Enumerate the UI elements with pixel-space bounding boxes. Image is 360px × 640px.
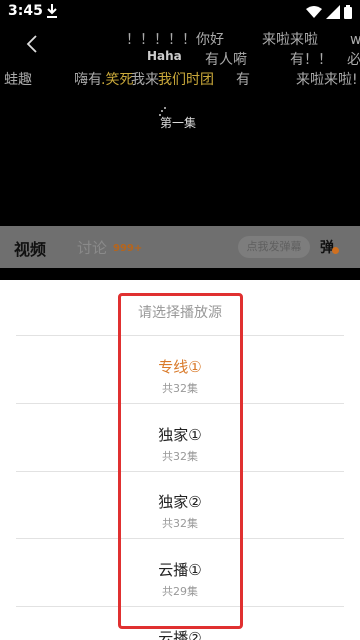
source-episode-count: 共29集 [162,585,198,598]
discuss-count-badge: 999+ [113,243,143,254]
episode-title: 第一集 [160,116,197,130]
danmaku-comment: 有！！ [290,52,332,68]
danmaku-comment: 有 [236,72,250,88]
divider [16,471,344,472]
tab-bar: 视频 讨论 999+ 点我发弹幕 弹 [0,226,360,268]
sheet-title: 请选择播放源 [138,305,222,321]
danmu-input[interactable]: 点我发弹幕 [238,236,310,258]
danmaku-comment: Haha [147,49,182,63]
danmaku-comment: 蛙趣 [4,72,32,88]
danmaku-comment: ！！！！！你好 [126,32,224,48]
danmaku-comment: 来啦来啦 [262,32,318,48]
wifi-icon [306,6,322,18]
divider [16,538,344,539]
source-picker-sheet: 请选择播放源 专线① 共32集 独家① 共32集 独家② 共32集 云播① 共2… [0,280,360,640]
source-name: 云播① [158,561,202,579]
source-item-yunbo-1[interactable]: 云播① 共29集 [0,559,360,627]
danmaku-comment: 必 [347,52,360,68]
status-icons [306,4,352,20]
danmaku-comment: 我们时团 [158,72,214,88]
source-item-yunbo-2[interactable]: 云播② [0,627,360,640]
chevron-left-icon [26,35,37,53]
source-episode-count: 共32集 [162,382,198,395]
source-item-zhuanxian-1[interactable]: 专线① 共32集 [0,356,360,424]
source-name: 独家② [158,493,202,511]
danmaku-comment: 我来 [131,72,159,88]
source-episode-count: 共32集 [162,517,198,530]
danmaku-comment: .笑死 [101,72,134,88]
source-item-dujia-1[interactable]: 独家① 共32集 [0,424,360,492]
danmu-toggle-button[interactable]: 弹 [320,237,334,257]
download-icon [47,4,57,18]
danmaku-comment: w [350,32,360,48]
tab-video[interactable]: 视频 [14,236,46,260]
source-name: 独家① [158,426,202,444]
source-episode-count: 共32集 [162,450,198,463]
signal-icon [326,5,340,19]
back-button[interactable] [20,30,44,58]
source-item-dujia-2[interactable]: 独家② 共32集 [0,491,360,559]
danmaku-comment: 有人嗬 [205,52,247,68]
status-time: 3:45 [8,3,43,19]
divider [16,403,344,404]
danmaku-comment: 嗨有 [74,72,102,88]
battery-icon [344,5,352,19]
video-player[interactable]: 3:45 ！！！！！你好 来啦来啦 w Haha 有人嗬 有！！ 必 蛙趣 嗨有 [0,0,360,226]
status-bar: 3:45 [0,0,360,24]
divider [16,606,344,607]
tab-discuss[interactable]: 讨论 [77,237,107,258]
source-name: 专线① [158,358,202,376]
divider [16,335,344,336]
danmu-status-dot [332,247,339,254]
danmaku-comment: 来啦来啦! [296,72,358,88]
source-name: 云播② [158,629,202,640]
